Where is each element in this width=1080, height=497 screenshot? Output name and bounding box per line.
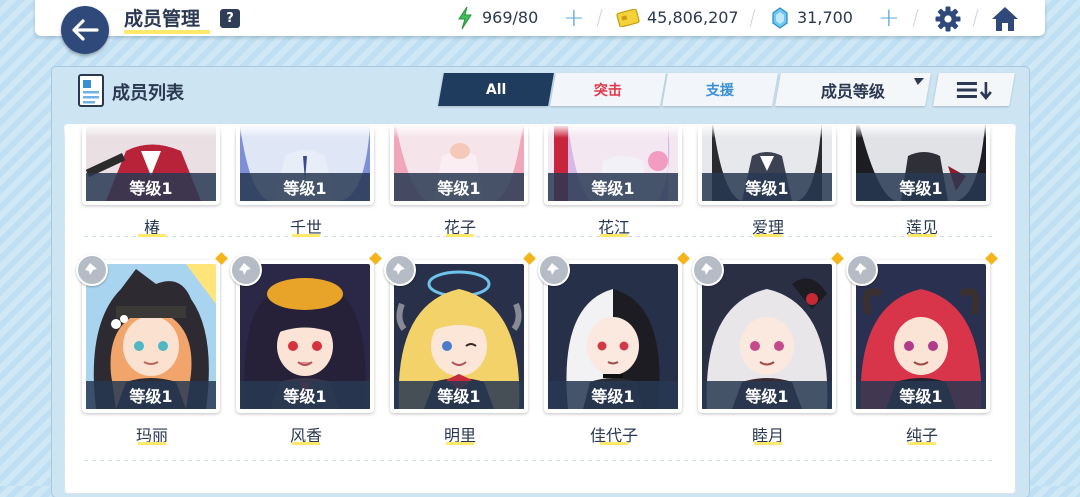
lightning-icon (458, 6, 472, 30)
tab-striker[interactable]: 突击 (550, 73, 666, 106)
sort-label: 成员等级 (820, 81, 885, 101)
pin-icon[interactable] (538, 254, 570, 286)
filter-tabs: All 突击 支援 (438, 73, 778, 106)
gem-icon (772, 7, 788, 29)
name-underline (754, 442, 782, 445)
add-pyroxene-button[interactable]: + (878, 5, 900, 31)
level-label: 等级1 (548, 173, 678, 201)
credit-card-icon (616, 9, 640, 27)
card-frame: 等级1 (698, 260, 836, 413)
pin-icon[interactable] (76, 254, 108, 286)
card-frame: 等级1 (852, 260, 990, 413)
card-frame: 等级1 (236, 260, 374, 413)
level-label: 等级1 (702, 173, 832, 201)
level-label: 等级1 (394, 381, 524, 409)
level-label: 等级1 (394, 173, 524, 201)
clipboard-icon (78, 74, 104, 107)
card-frame: 等级1 (390, 260, 528, 413)
sort-order-button[interactable] (933, 73, 1015, 106)
add-ap-button[interactable]: + (563, 5, 585, 31)
ap-value: 969/80 (482, 8, 539, 27)
tab-all[interactable]: All (438, 73, 554, 106)
tab-label: 突击 (594, 82, 622, 99)
scroll-fade (64, 124, 1016, 138)
name-underline (600, 442, 628, 445)
sort-descending-icon (957, 81, 992, 100)
card-frame: 等级1 (544, 260, 682, 413)
title-underline (124, 30, 210, 34)
level-label: 等级1 (548, 381, 678, 409)
level-label: 等级1 (856, 381, 986, 409)
gear-icon[interactable] (934, 5, 962, 33)
pin-icon[interactable] (230, 254, 262, 286)
pin-icon[interactable] (846, 254, 878, 286)
level-label: 等级1 (86, 381, 216, 409)
level-label: 等级1 (86, 173, 216, 201)
card-frame: 等级1 (82, 260, 220, 413)
level-label: 等级1 (702, 381, 832, 409)
pyroxene-value: 31,700 (797, 8, 853, 27)
sort-dropdown[interactable]: 成员等级 (775, 73, 931, 106)
back-button[interactable] (61, 6, 109, 54)
name-underline (446, 234, 474, 237)
name-underline (600, 234, 628, 237)
name-underline (908, 234, 936, 237)
level-label: 等级1 (856, 173, 986, 201)
help-button[interactable]: ? (220, 9, 240, 28)
level-label: 等级1 (240, 173, 370, 201)
name-underline (446, 442, 474, 445)
tab-special[interactable]: 支援 (662, 73, 778, 106)
arrow-left-icon (72, 19, 99, 41)
pin-icon[interactable] (692, 254, 724, 286)
name-underline (908, 442, 936, 445)
tab-label: All (485, 81, 507, 98)
name-underline (292, 442, 320, 445)
row-divider (84, 460, 996, 461)
page-title: 成员管理 (124, 8, 201, 30)
home-icon[interactable] (990, 5, 1020, 33)
list-title: 成员列表 (112, 83, 184, 104)
name-underline (754, 234, 782, 237)
tab-label: 支援 (706, 82, 734, 99)
name-underline (138, 442, 166, 445)
pin-icon[interactable] (384, 254, 416, 286)
level-label: 等级1 (240, 381, 370, 409)
name-underline (292, 234, 320, 237)
name-underline (138, 234, 166, 237)
credits-value: 45,806,207 (647, 8, 739, 27)
student-grid: 等级1 椿 等级1 千世 等级1 花子 等级1 花江 等级1 爱理 等级1 莲见… (64, 124, 1016, 494)
dropdown-triangle-icon (912, 78, 925, 85)
